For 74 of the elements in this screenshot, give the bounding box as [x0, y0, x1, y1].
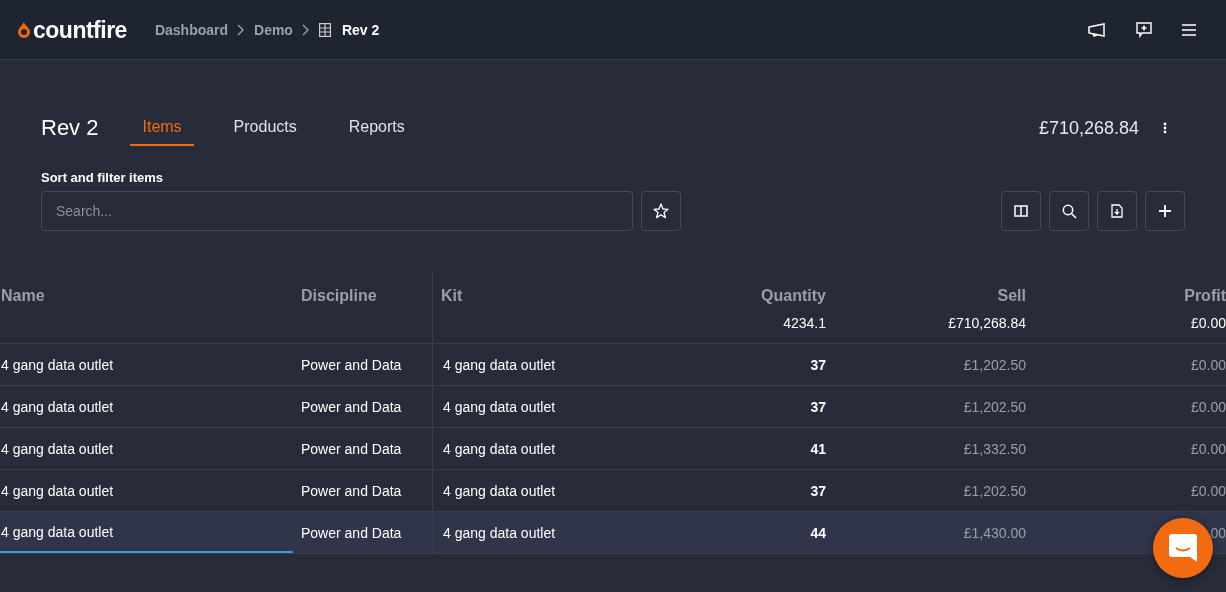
column-header[interactable]: Sell [997, 287, 1026, 305]
table-cell: 41 [810, 440, 826, 457]
table-cell-text: 4 gang data outlet [443, 482, 557, 499]
column-total: £710,268.84 [948, 315, 1026, 331]
table-cell: 37 [810, 398, 826, 415]
megaphone-icon[interactable] [1088, 22, 1106, 37]
breadcrumb-link[interactable]: Dashboard [154, 21, 228, 38]
flame-icon [17, 21, 31, 38]
speech-bubble-icon [1169, 534, 1197, 562]
table-cell: £1,332.50 [963, 440, 1026, 457]
plus-icon [1159, 205, 1171, 217]
table-cell-text: Power and Data [301, 524, 403, 541]
search-icon [1061, 203, 1077, 219]
app-logo[interactable]: countfire [33, 16, 127, 43]
table-cell: 44 [810, 524, 826, 541]
breadcrumb-link[interactable]: Demo [254, 21, 293, 38]
breadcrumb-link[interactable]: Rev 2 [341, 21, 380, 38]
favorite-button[interactable] [641, 191, 681, 231]
table-cell: 37 [810, 482, 826, 499]
tab[interactable]: Items [130, 110, 194, 146]
tab[interactable]: Products [221, 110, 309, 146]
table-cell: £1,202.50 [963, 356, 1026, 373]
search-field[interactable]: Search... [41, 191, 633, 231]
export-button[interactable] [1097, 191, 1137, 231]
filter-label: Sort and filter items [41, 170, 165, 185]
table-cell-text: 4 gang data outlet [1, 356, 115, 373]
table-cell: £0.00 [1190, 398, 1226, 415]
table-cell-text: 4 gang data outlet [443, 356, 557, 373]
table-cell-text: Power and Data [301, 440, 403, 457]
table-row[interactable]: 4 gang data outlet Power and Data 4 gang data outlet 37 £1,202.50 £0.00 [0, 386, 1226, 428]
column-header[interactable]: Kit [441, 287, 633, 305]
table-cell-text: Power and Data [301, 398, 403, 415]
more-icon[interactable] [1163, 122, 1167, 134]
search-button[interactable] [1049, 191, 1089, 231]
table-cell: £1,430.00 [963, 524, 1026, 541]
table-cell: 37 [810, 356, 826, 373]
chevron-icon [237, 23, 245, 36]
table-cell: £0.00 [1190, 356, 1226, 373]
table-row[interactable]: 4 gang data outlet Power and Data 4 gang data outlet 37 £1,202.50 £0.00 [0, 344, 1226, 386]
table-row[interactable]: 4 gang data outlet Power and Data 4 gang data outlet 44 £1,430.00 00 [0, 512, 1226, 554]
tab[interactable]: Reports [336, 110, 417, 146]
table-cell-text: Power and Data [301, 356, 403, 373]
column-header[interactable]: Name [1, 287, 293, 305]
file-download-icon [1111, 204, 1123, 218]
table-cell-text: 4 gang data outlet [443, 398, 557, 415]
total-amount: £710,268.84 [1038, 117, 1139, 139]
add-button[interactable] [1145, 191, 1185, 231]
table-cell: £1,202.50 [963, 482, 1026, 499]
column-header[interactable]: Discipline [301, 287, 432, 305]
column-total: 4234.1 [783, 315, 826, 331]
table-cell-text: 4 gang data outlet [443, 440, 557, 457]
table-cell-text: Power and Data [301, 482, 403, 499]
star-icon [653, 203, 669, 219]
column-total: £0.00 [1190, 315, 1226, 331]
menu-icon[interactable] [1182, 23, 1196, 36]
grid-icon [318, 22, 331, 37]
table-cell-text: 4 gang data outlet [1, 440, 115, 457]
table-cell: 00 [1210, 524, 1226, 541]
column-header[interactable]: Profit [1184, 287, 1226, 305]
column-header[interactable]: Quantity [761, 287, 826, 305]
columns-button[interactable] [1001, 191, 1041, 231]
page-title: Rev 2 [41, 115, 99, 141]
columns-icon [1014, 205, 1028, 217]
table-cell-text: 4 gang data outlet [1, 523, 115, 540]
table-cell-text: 4 gang data outlet [1, 482, 115, 499]
chevron-icon [301, 23, 310, 36]
chat-button[interactable] [1153, 518, 1213, 578]
chat-plus-icon[interactable] [1136, 21, 1152, 38]
table-row[interactable]: 4 gang data outlet Power and Data 4 gang data outlet 41 £1,332.50 £0.00 [0, 428, 1226, 470]
table-cell: £1,202.50 [963, 398, 1026, 415]
table-cell: £0.00 [1190, 440, 1226, 457]
table-cell: £0.00 [1190, 482, 1226, 499]
table-cell-text: 4 gang data outlet [443, 524, 557, 541]
table-cell-text: 4 gang data outlet [1, 398, 115, 415]
